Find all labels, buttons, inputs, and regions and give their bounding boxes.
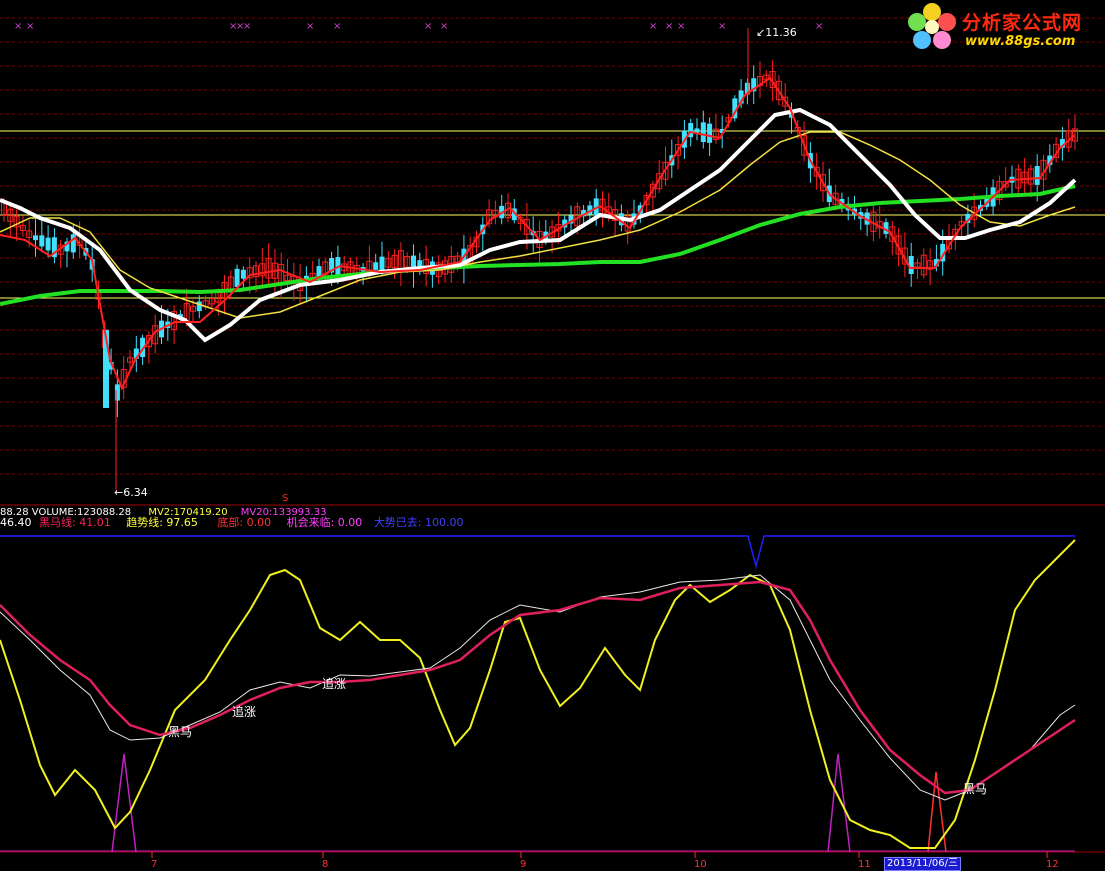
- candlestick: [864, 208, 870, 237]
- candlestick: [265, 243, 272, 287]
- candlestick: [39, 218, 45, 253]
- qushi-value: 趋势线: 97.65: [126, 516, 198, 529]
- candlestick: [908, 242, 914, 287]
- x-tick-11: 11: [858, 859, 871, 870]
- top-x-marker: ×: [14, 21, 22, 32]
- dashi-line: [0, 535, 1075, 569]
- candle-body: [234, 268, 240, 287]
- lower-label-zhuizhang-1: 追涨: [232, 705, 257, 719]
- candlestick: [391, 249, 398, 280]
- current-date-tag[interactable]: 2013/11/06/三: [884, 857, 962, 871]
- candlestick: [240, 266, 246, 291]
- top-x-marker: ×: [677, 21, 685, 32]
- top-x-marker: ×: [815, 21, 823, 32]
- top-x-marker: ×: [333, 21, 341, 32]
- dashi-value: 大势已去: 100.00: [373, 516, 464, 529]
- jihui-value: 机会来临: 0.00: [286, 516, 363, 529]
- top-x-marker: ×: [649, 21, 657, 32]
- candlestick: [145, 331, 152, 364]
- high-price-label: ↙11.36: [756, 26, 797, 39]
- x-tick-7: 7: [151, 859, 158, 870]
- candlesticks: [1, 28, 1078, 493]
- candlestick: [411, 244, 416, 288]
- lower-label-heima-1: 黑马: [168, 725, 193, 739]
- stock-chart[interactable]: × × ××× × × × × × × × × ×: [0, 0, 1105, 868]
- top-x-marker: ×: [424, 21, 432, 32]
- support-resistance-lines: [0, 130, 1105, 299]
- logo-url: www.88gs.com: [965, 34, 1076, 49]
- candle-body: [196, 301, 202, 312]
- top-x-marker: ×: [718, 21, 726, 32]
- candlestick: [1065, 118, 1072, 152]
- s-marker: S: [282, 493, 289, 504]
- candle-body: [33, 235, 38, 241]
- candle-body: [240, 269, 246, 279]
- candlestick: [694, 118, 700, 141]
- site-logo: 分析家公式网 www.88gs.com: [905, 2, 1103, 52]
- indicator-panel: [0, 535, 1076, 853]
- candlestick: [492, 200, 499, 225]
- candlestick: [751, 65, 757, 104]
- candlestick: [712, 114, 719, 144]
- candlestick: [33, 219, 38, 257]
- heima-line: [0, 580, 1076, 795]
- candlestick: [284, 258, 291, 292]
- top-x-marker: ×: [26, 21, 34, 32]
- signal-spike: [827, 753, 851, 853]
- top-x-marker: ×: [665, 21, 673, 32]
- top-x-markers: × × ××× × × × × × × × × ×: [14, 21, 823, 32]
- candlestick: [1072, 114, 1078, 150]
- candlestick: [757, 61, 763, 98]
- x-tick-12: 12: [1046, 859, 1059, 870]
- candlestick: [196, 295, 202, 319]
- lower-label-heima-2: 黑马: [963, 782, 988, 796]
- x-tick-10: 10: [694, 859, 707, 870]
- candlestick: [920, 248, 927, 279]
- candle-body: [1034, 166, 1040, 185]
- candlestick: [429, 256, 435, 288]
- candlestick: [353, 256, 360, 284]
- top-x-marker: ×: [243, 21, 251, 32]
- qushi-line: [0, 539, 1076, 849]
- heima-value: 黑马线: 41.01: [39, 516, 111, 529]
- candlestick: [1047, 144, 1053, 173]
- candlestick: [57, 239, 64, 269]
- dibu-value: 底部: 0.00: [217, 516, 272, 529]
- signal-spike: [111, 753, 137, 853]
- candlestick: [397, 242, 404, 287]
- candlestick: [927, 248, 934, 286]
- low-price-label: ←6.34: [114, 486, 148, 499]
- flower-logo-icon: [908, 3, 956, 49]
- candlestick: [221, 274, 228, 315]
- candlestick: [858, 207, 864, 230]
- candle-body: [707, 123, 713, 143]
- candlestick: [826, 168, 832, 207]
- indicator-prefix: 46.40: [0, 516, 32, 529]
- x-tick-9: 9: [520, 859, 527, 870]
- top-x-marker: ×: [306, 21, 314, 32]
- candle-body: [700, 122, 706, 143]
- logo-title: 分析家公式网: [962, 12, 1083, 34]
- x-tick-8: 8: [322, 859, 329, 870]
- white-indicator-line: [0, 574, 1076, 801]
- candlestick: [1021, 158, 1028, 197]
- candlestick: [700, 110, 706, 149]
- candle-body: [45, 237, 51, 251]
- candlestick: [549, 219, 556, 254]
- candlestick: [852, 195, 857, 220]
- indicator-readout: 46.40 黑马线: 41.01 趋势线: 97.65 底部: 0.00 机会来…: [0, 516, 464, 529]
- candle-body: [373, 262, 379, 270]
- lower-label-zhuizhang-2: 追涨: [322, 677, 347, 691]
- candlestick: [171, 305, 178, 345]
- top-x-marker: ×: [440, 21, 448, 32]
- candle-body: [39, 235, 45, 247]
- candlestick: [499, 194, 505, 225]
